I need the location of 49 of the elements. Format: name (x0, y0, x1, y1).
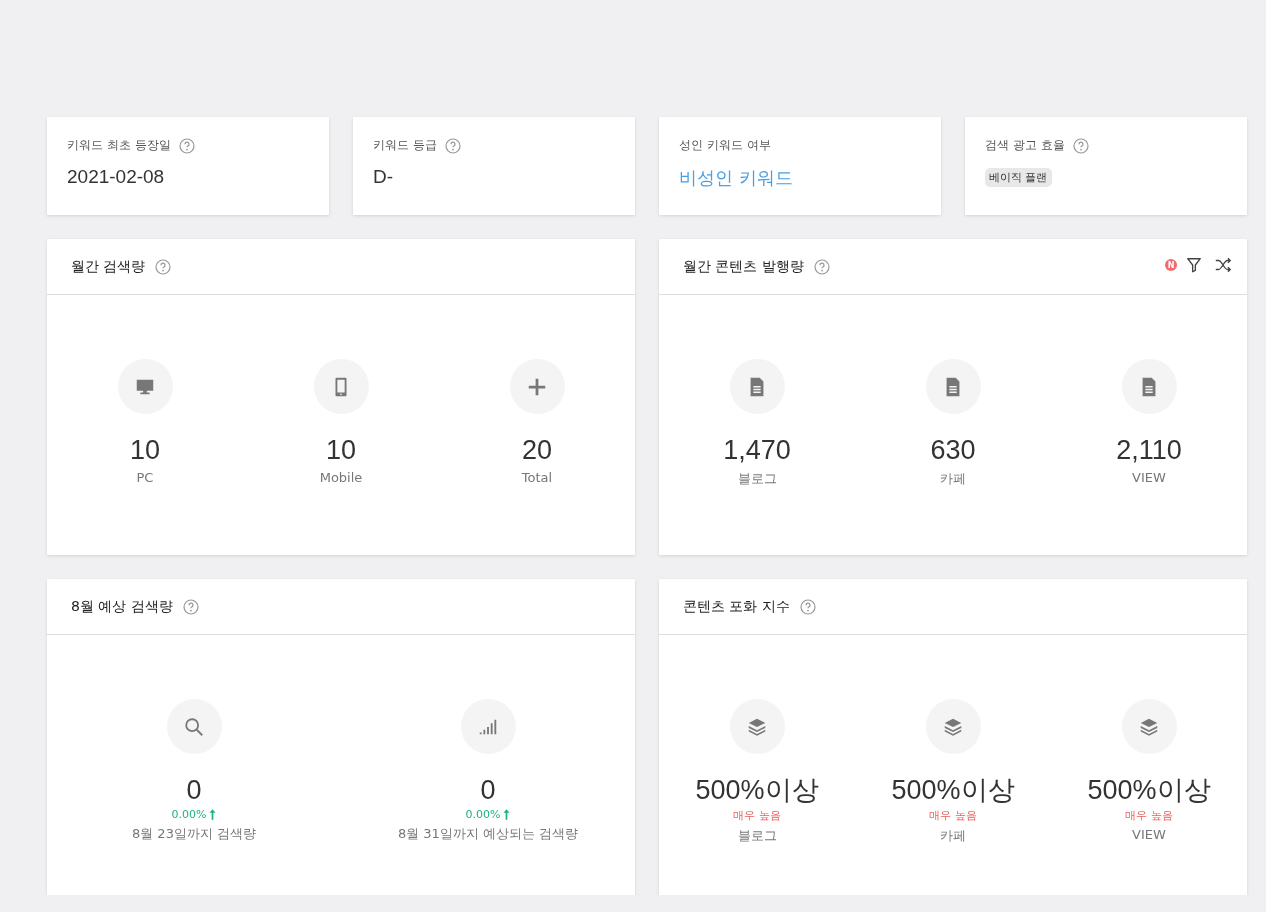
stat-value: 0 (186, 774, 202, 806)
stat-label: 8월 31일까지 예상되는 검색량 (397, 825, 579, 843)
stat-label: 블로그 (737, 470, 777, 488)
stat-label: 카페 (940, 470, 966, 488)
help-icon[interactable] (182, 598, 199, 615)
card-value: D- (373, 166, 394, 188)
card-value: 2021-02-08 (67, 166, 165, 188)
stat-value: 2,110 (1116, 434, 1182, 466)
panel-title: 월간 콘텐츠 발행량 (683, 257, 804, 276)
panel-title: 월간 검색량 (71, 257, 146, 276)
panel-title: 8월 예상 검색량 (71, 597, 173, 616)
rating-text: 매우 높음 (733, 808, 781, 823)
panel-title: 콘텐츠 포화 지수 (683, 597, 790, 616)
stat-value: 500%이상 (891, 774, 1015, 806)
stat-value: 20 (521, 434, 552, 466)
card-label: 키워드 등급 (373, 137, 437, 154)
plan-tag: 베이직 플랜 (985, 168, 1052, 187)
arrow-up-icon (503, 809, 511, 820)
stat-label: 블로그 (737, 827, 777, 845)
card-label: 검색 광고 효율 (985, 137, 1065, 154)
change-text: 0.00% (171, 808, 207, 821)
stat-value: 0 (480, 774, 496, 806)
stat-value: 10 (129, 434, 160, 466)
stat-label: 카페 (940, 827, 966, 845)
stat-value: 1,470 (723, 434, 791, 466)
help-icon[interactable] (799, 598, 816, 615)
stat-value: 10 (325, 434, 356, 466)
arrow-up-icon (209, 809, 217, 820)
new-badge: N (1165, 259, 1177, 271)
stat-label: 8월 23일까지 검색량 (131, 825, 257, 843)
stat-label: PC (136, 470, 154, 485)
help-icon[interactable] (813, 258, 830, 275)
stat-label: Total (521, 470, 553, 485)
keyword-link[interactable]: 비성인 키워드 (679, 166, 793, 190)
rating-text: 매우 높음 (929, 808, 977, 823)
change-text: 0.00% (465, 808, 501, 821)
stat-value: 500%이상 (695, 774, 819, 806)
card-label: 키워드 최초 등장일 (67, 137, 171, 154)
card-label: 성인 키워드 여부 (679, 137, 771, 154)
stat-label: VIEW (1132, 470, 1166, 485)
help-icon[interactable] (178, 137, 195, 154)
rating-text: 매우 높음 (1125, 808, 1173, 823)
stat-label: VIEW (1132, 827, 1166, 842)
help-icon[interactable] (155, 258, 172, 275)
stat-label: Mobile (319, 470, 363, 485)
stat-value: 500%이상 (1087, 774, 1211, 806)
help-icon[interactable] (444, 137, 461, 154)
help-icon[interactable] (1072, 137, 1089, 154)
stat-value: 630 (930, 434, 976, 466)
